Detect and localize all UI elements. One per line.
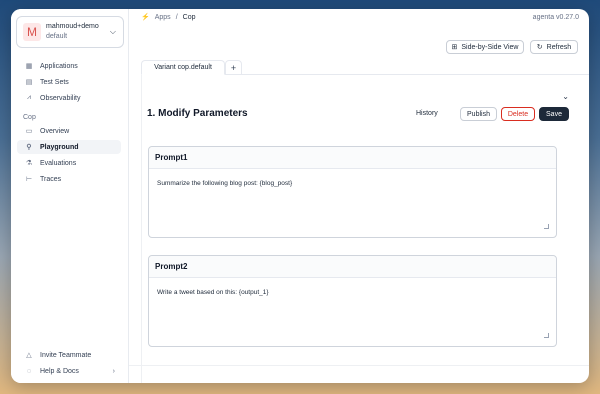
prompt-textarea[interactable]: Write a tweet based on this: {output_1} bbox=[149, 278, 556, 296]
breadcrumb-current: Cop bbox=[182, 13, 196, 21]
prompt-textarea[interactable]: Summarize the following blog post: {blog… bbox=[149, 169, 556, 187]
divider bbox=[129, 365, 589, 366]
sidebar-item-help-docs[interactable]: ◌ Help & Docs › bbox=[17, 364, 121, 378]
page-title: 1. Modify Parameters bbox=[147, 108, 248, 119]
sidebar-item-label: Help & Docs bbox=[40, 367, 79, 375]
side-by-side-button[interactable]: ⊞ Side-by-Side View bbox=[446, 40, 524, 54]
sidebar-item-label: Evaluations bbox=[40, 159, 77, 167]
sidebar-item-applications[interactable]: ▦ Applications bbox=[17, 59, 121, 73]
chevron-down-icon[interactable]: ⌄ bbox=[562, 92, 569, 101]
breadcrumb-apps[interactable]: Apps bbox=[155, 14, 171, 21]
breadcrumb-separator: / bbox=[175, 13, 178, 21]
sidebar-item-evaluations[interactable]: ⚗ Evaluations bbox=[17, 156, 121, 170]
prompt-title: Prompt1 bbox=[149, 147, 556, 169]
tab-variant-cop-default[interactable]: Variant cop.default bbox=[141, 60, 225, 75]
rocket-icon: ⚲ bbox=[26, 144, 32, 151]
app-window: M mahmoud+demo default ⌵ ▦ Applications … bbox=[11, 9, 589, 383]
help-icon: ◌ bbox=[26, 367, 32, 375]
sidebar: M mahmoud+demo default ⌵ ▦ Applications … bbox=[11, 9, 129, 383]
sidebar-item-playground[interactable]: ⚲ Playground bbox=[17, 140, 121, 154]
warning-icon: △ bbox=[26, 352, 32, 359]
sidebar-item-label: Invite Teammate bbox=[40, 351, 92, 359]
app-section-label: Cop bbox=[23, 114, 36, 121]
workspace-name: default bbox=[46, 33, 68, 40]
resize-handle-icon[interactable] bbox=[544, 224, 549, 229]
account-name: mahmoud+demo bbox=[46, 23, 99, 30]
prompt-card: Prompt2 Write a tweet based on this: {ou… bbox=[148, 255, 557, 347]
resize-handle-icon[interactable] bbox=[544, 333, 549, 338]
sidebar-item-observability[interactable]: ⩘ Observability bbox=[17, 91, 121, 105]
sidebar-item-traces[interactable]: ⊢ Traces bbox=[17, 172, 121, 186]
add-tab-button[interactable]: + bbox=[225, 60, 242, 75]
refresh-label: Refresh bbox=[546, 43, 572, 51]
prompt-title: Prompt2 bbox=[149, 256, 556, 278]
account-switcher[interactable]: M mahmoud+demo default ⌵ bbox=[16, 16, 124, 48]
document-icon: ▤ bbox=[25, 79, 33, 86]
grid-icon: ▦ bbox=[25, 63, 33, 70]
delete-button[interactable]: Delete bbox=[501, 107, 535, 121]
side-by-side-label: Side-by-Side View bbox=[461, 43, 519, 51]
columns-icon: ⊞ bbox=[451, 44, 458, 51]
sidebar-item-label: Overview bbox=[40, 127, 70, 135]
monitor-icon: ▭ bbox=[25, 128, 33, 135]
refresh-icon: ↻ bbox=[536, 44, 543, 51]
refresh-button[interactable]: ↻ Refresh bbox=[530, 40, 578, 54]
sidebar-item-label: Test Sets bbox=[40, 78, 69, 86]
flask-icon: ⚗ bbox=[25, 160, 33, 167]
main-area: ⚡ Apps / Cop agenta v0.27.0 ⊞ Side-by-Si… bbox=[129, 9, 589, 383]
sidebar-item-invite-teammate[interactable]: △ Invite Teammate bbox=[17, 348, 121, 362]
breadcrumb: ⚡ Apps / Cop bbox=[141, 13, 196, 22]
sidebar-item-overview[interactable]: ▭ Overview bbox=[17, 124, 121, 138]
sidebar-item-label: Observability bbox=[40, 94, 81, 102]
chevron-right-icon: › bbox=[112, 367, 115, 375]
chart-icon: ⩘ bbox=[27, 94, 31, 101]
sidebar-item-label: Applications bbox=[40, 62, 78, 70]
chevron-down-icon: ⌵ bbox=[109, 27, 116, 36]
apps-icon: ⚡ bbox=[141, 14, 150, 21]
sidebar-item-label: Traces bbox=[40, 175, 62, 183]
sidebar-item-label: Playground bbox=[40, 143, 79, 151]
publish-button[interactable]: Publish bbox=[460, 107, 497, 121]
variant-tabs: Variant cop.default + bbox=[141, 60, 589, 75]
sidebar-item-test-sets[interactable]: ▤ Test Sets bbox=[17, 75, 121, 89]
history-button[interactable]: History bbox=[416, 110, 438, 117]
prompt-card: Prompt1 Summarize the following blog pos… bbox=[148, 146, 557, 238]
avatar: M bbox=[23, 23, 41, 41]
save-button[interactable]: Save bbox=[539, 107, 569, 121]
hierarchy-icon: ⊢ bbox=[25, 176, 33, 183]
version-label: agenta v0.27.0 bbox=[532, 14, 579, 21]
